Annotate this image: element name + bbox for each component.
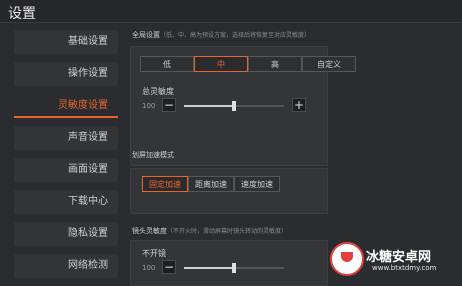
- preset-low-button[interactable]: 低: [140, 56, 194, 72]
- overall-minus-button[interactable]: −: [162, 98, 176, 112]
- sidebar-item-label: 灵敏度设置: [58, 100, 108, 111]
- preset-custom-button[interactable]: 自定义: [302, 56, 356, 72]
- sidebar-item-label: 画面设置: [68, 164, 108, 175]
- no-scope-value: 100: [142, 264, 156, 272]
- sidebar-item-graphics[interactable]: 画面设置: [14, 158, 118, 182]
- accel-distance-button[interactable]: 距离加速: [188, 176, 234, 192]
- overall-sensitivity-slider[interactable]: [184, 101, 284, 111]
- overall-sensitivity-value: 100: [142, 102, 156, 110]
- preset-selector: 低 中 高 自定义: [140, 56, 356, 72]
- overall-slider-knob[interactable]: [232, 101, 236, 111]
- preset-medium-button[interactable]: 中: [194, 56, 248, 72]
- sidebar-item-sound[interactable]: 声音设置: [14, 126, 118, 150]
- page-title: 设置: [8, 6, 36, 22]
- sidebar-item-network[interactable]: 网络检测: [14, 254, 118, 278]
- watermark-url: www.btxtdmy.com: [372, 264, 437, 272]
- overall-sensitivity-label: 总灵敏度: [142, 87, 174, 96]
- watermark-logo-icon: [330, 242, 364, 276]
- sidebar-item-privacy[interactable]: 隐私设置: [14, 222, 118, 246]
- no-scope-minus-button[interactable]: −: [162, 260, 176, 274]
- global-note: （低、中、高为预设方案，选择后将恢复至对应灵敏度）: [160, 32, 311, 39]
- watermark-brand: 冰糖安卓网: [366, 250, 432, 265]
- sidebar-item-label: 基础设置: [68, 36, 108, 47]
- lens-note: （不开火时，滑动屏幕时镜头转动的灵敏度）: [167, 228, 288, 235]
- sidebar-item-label: 声音设置: [68, 132, 108, 143]
- no-scope-slider[interactable]: [184, 263, 284, 273]
- settings-sidebar: 基础设置 操作设置 灵敏度设置 声音设置 画面设置 下载中心 隐私设置 网络检测: [0, 24, 122, 284]
- lens-panel: [130, 240, 328, 286]
- global-heading-text: 全局设置: [132, 31, 160, 39]
- overall-slider-fill: [184, 105, 234, 107]
- sidebar-item-label: 隐私设置: [68, 228, 108, 239]
- sidebar-item-sensitivity[interactable]: 灵敏度设置: [14, 94, 118, 118]
- preset-high-button[interactable]: 高: [248, 56, 302, 72]
- lens-heading-text: 镜头灵敏度: [132, 227, 167, 235]
- overall-plus-button[interactable]: +: [292, 98, 306, 112]
- no-scope-slider-knob[interactable]: [232, 263, 236, 273]
- sidebar-item-label: 下载中心: [68, 196, 108, 207]
- settings-main: 全局设置（低、中、高为预设方案，选择后将恢复至对应灵敏度） 低 中 高 自定义 …: [126, 24, 462, 286]
- sidebar-item-controls[interactable]: 操作设置: [14, 62, 118, 86]
- sidebar-item-downloads[interactable]: 下载中心: [14, 190, 118, 214]
- scroll-accel-selector: 固定加速 距离加速 速度加速: [142, 176, 280, 192]
- accel-speed-button[interactable]: 速度加速: [234, 176, 280, 192]
- scroll-accel-heading: 划屏加速模式: [132, 151, 174, 159]
- accel-fixed-button[interactable]: 固定加速: [142, 176, 188, 192]
- title-bar: 设置: [0, 0, 462, 23]
- global-heading: 全局设置（低、中、高为预设方案，选择后将恢复至对应灵敏度）: [126, 28, 310, 42]
- no-scope-slider-fill: [184, 267, 234, 269]
- sidebar-item-label: 网络检测: [68, 260, 108, 271]
- no-scope-label: 不开镜: [142, 249, 166, 258]
- lens-heading: 镜头灵敏度（不开火时，滑动屏幕时镜头转动的灵敏度）: [126, 224, 287, 238]
- sidebar-item-basic[interactable]: 基础设置: [14, 30, 118, 54]
- sidebar-item-label: 操作设置: [68, 68, 108, 79]
